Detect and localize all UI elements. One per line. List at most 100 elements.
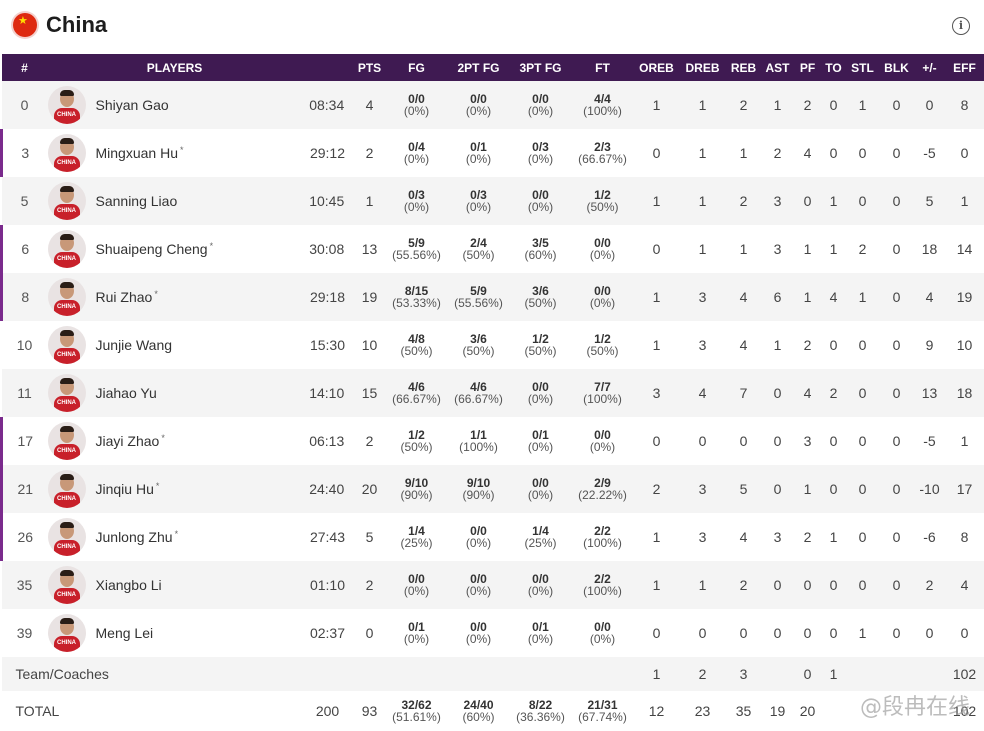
player-name[interactable]: Junlong Zhu *	[96, 529, 179, 545]
dreb: 0	[698, 625, 707, 641]
player-cell[interactable]: CHINA Junlong Zhu *	[47, 513, 302, 561]
fg3: 0/3 (0%)	[510, 129, 572, 177]
column-header[interactable]: OREB	[634, 54, 680, 81]
player-cell[interactable]: CHINA Shuaipeng Cheng *	[47, 225, 302, 273]
column-header[interactable]: PF	[794, 54, 822, 81]
points: 2	[365, 433, 374, 449]
table-row[interactable]: 3 CHINA Mingxuan Hu * 29:12 2 0/4 (0%) 0/1 (0%) 0/…	[0, 129, 984, 177]
fg: 0/1 (0%)	[386, 609, 448, 657]
points: 2	[365, 577, 374, 593]
dreb: 1	[698, 193, 707, 209]
player-cell[interactable]: CHINA Mingxuan Hu *	[47, 129, 302, 177]
starter-marker: *	[180, 145, 184, 155]
column-header[interactable]: BLK	[880, 54, 914, 81]
column-header[interactable]: 3PT FG	[510, 54, 572, 81]
table-row[interactable]: 26 CHINA Junlong Zhu * 27:43 5 1/4 (25%) 0/0 (0%)…	[0, 513, 984, 561]
player-cell[interactable]: CHINA Shiyan Gao	[47, 81, 302, 129]
points: 19	[361, 289, 378, 305]
column-header[interactable]: PLAYERS	[48, 54, 302, 81]
table-row[interactable]: 0 CHINA Shiyan Gao 08:34 4 0/0 (0%) 0/0 (0%) 0/0(…	[1, 81, 984, 129]
column-header[interactable]: EFF	[946, 54, 984, 81]
ast: 2	[773, 145, 782, 161]
jersey-text: CHINA	[57, 448, 76, 454]
table-row[interactable]: 35 CHINA Xiangbo Li 01:10 2 0/0 (0%) 0/0 (0%) 0/0…	[1, 561, 984, 609]
fg3: 1/2 (50%)	[510, 321, 572, 369]
column-header[interactable]: DREB	[680, 54, 726, 81]
reb: 2	[739, 577, 748, 593]
table-row[interactable]: 11 CHINA Jiahao Yu 14:10 15 4/6 (66.67%) 4/6 (66…	[1, 369, 984, 417]
oreb: 1	[652, 529, 661, 545]
fg3: 3/6 (50%)	[510, 273, 572, 321]
fg3: 0/0 (0%)	[510, 465, 572, 513]
fg2-pct: (50%)	[462, 344, 495, 358]
oreb: 1	[652, 193, 661, 209]
player-cell[interactable]: CHINA Xiangbo Li	[47, 561, 302, 609]
player-name-text: Jinqiu Hu	[95, 481, 154, 497]
player-name[interactable]: Mingxuan Hu *	[96, 145, 184, 161]
player-cell[interactable]: CHINA Junjie Wang	[47, 321, 302, 369]
empty-cell	[510, 657, 572, 691]
column-header[interactable]: #	[2, 54, 48, 81]
table-row[interactable]: 6 CHINA Shuaipeng Cheng * 30:08 13 5/9 (55.56%)…	[0, 225, 984, 273]
avatar: CHINA	[47, 374, 86, 412]
player-name[interactable]: Xiangbo Li	[96, 577, 162, 593]
fg2-pct: (55.56%)	[454, 296, 503, 310]
fg: 0/4 (0%)	[386, 129, 448, 177]
blk: 0	[892, 577, 901, 593]
column-header[interactable]: +/-	[914, 54, 946, 81]
table-row[interactable]: 10 CHINA Junjie Wang 15:30 10 4/8 (50%) 3/6 (50%…	[1, 321, 984, 369]
ft-pct: (100%)	[583, 392, 622, 406]
pm: 5	[925, 193, 934, 209]
player-name-text: Meng Lei	[95, 625, 154, 641]
ast: 0	[773, 433, 782, 449]
fg2: 0/1 (0%)	[448, 129, 510, 177]
stl: 2	[858, 241, 867, 257]
jersey-number: 8	[0, 273, 48, 321]
player-name[interactable]: Rui Zhao *	[96, 289, 158, 305]
table-row[interactable]: 17 CHINA Jiayi Zhao * 06:13 2 1/2 (50%) 1/1 (100%…	[0, 417, 984, 465]
fg2: 2/4 (50%)	[448, 225, 510, 273]
table-row[interactable]: 39 CHINA Meng Lei 02:37 0 0/1 (0%) 0/0 (0%) 0/1 (0…	[1, 609, 984, 657]
fg-pct: (66.67%)	[392, 392, 441, 406]
player-cell[interactable]: CHINA Jiayi Zhao *	[47, 417, 302, 465]
player-name[interactable]: Jinqiu Hu *	[96, 481, 160, 497]
player-cell[interactable]: CHINA Jiahao Yu	[47, 369, 302, 417]
fg2-pct: (0%)	[465, 536, 492, 550]
player-name[interactable]: Junjie Wang	[96, 337, 173, 353]
points: 10	[361, 337, 378, 353]
box-score-table: # PLAYERS PTS FG 2PT FG 3PT FG FT OREB DREB REB AS…	[0, 54, 984, 731]
points: 13	[361, 241, 378, 257]
player-cell[interactable]: CHINA Jinqiu Hu *	[47, 465, 302, 513]
player-name[interactable]: Shiyan Gao	[96, 97, 169, 113]
player-name[interactable]: Meng Lei	[96, 625, 154, 641]
player-name[interactable]: Jiayi Zhao *	[96, 433, 165, 449]
column-header[interactable]: STL	[846, 54, 880, 81]
column-header[interactable]: AST	[762, 54, 794, 81]
player-cell[interactable]: CHINA Sanning Liao	[47, 177, 302, 225]
player-name[interactable]: Sanning Liao	[96, 193, 178, 209]
column-header[interactable]	[302, 54, 354, 81]
eff: 102	[952, 666, 977, 682]
column-header[interactable]: TO	[822, 54, 846, 81]
column-header[interactable]: REB	[726, 54, 762, 81]
player-cell[interactable]: CHINA Rui Zhao *	[47, 273, 302, 321]
fg-pct: (0%)	[403, 584, 430, 598]
table-row[interactable]: 5 CHINA Sanning Liao 10:45 1 0/3 (0%) 0/3 (0%) 0/…	[1, 177, 984, 225]
player-name-text: Xiangbo Li	[95, 577, 162, 593]
column-header[interactable]: FG	[386, 54, 448, 81]
ft-pct: (50%)	[586, 344, 619, 358]
table-row[interactable]: 8 CHINA Rui Zhao * 29:18 19 8/15 (53.33%) 5/9 (55…	[0, 273, 984, 321]
info-icon[interactable]: i	[952, 17, 970, 35]
player-name[interactable]: Jiahao Yu	[96, 385, 157, 401]
player-name[interactable]: Shuaipeng Cheng *	[96, 241, 214, 257]
fg3-pct: (0%)	[527, 584, 554, 598]
player-cell[interactable]: CHINA Meng Lei	[47, 609, 302, 657]
fg2: 0/0 (0%)	[448, 609, 510, 657]
points: 5	[365, 529, 374, 545]
points: 15	[361, 385, 378, 401]
column-header[interactable]: 2PT FG	[448, 54, 510, 81]
table-row[interactable]: 21 CHINA Jinqiu Hu * 24:40 20 9/10 (90%) 9/10 (90…	[0, 465, 984, 513]
column-header[interactable]: PTS	[354, 54, 386, 81]
reb: 4	[739, 337, 748, 353]
column-header[interactable]: FT	[572, 54, 634, 81]
